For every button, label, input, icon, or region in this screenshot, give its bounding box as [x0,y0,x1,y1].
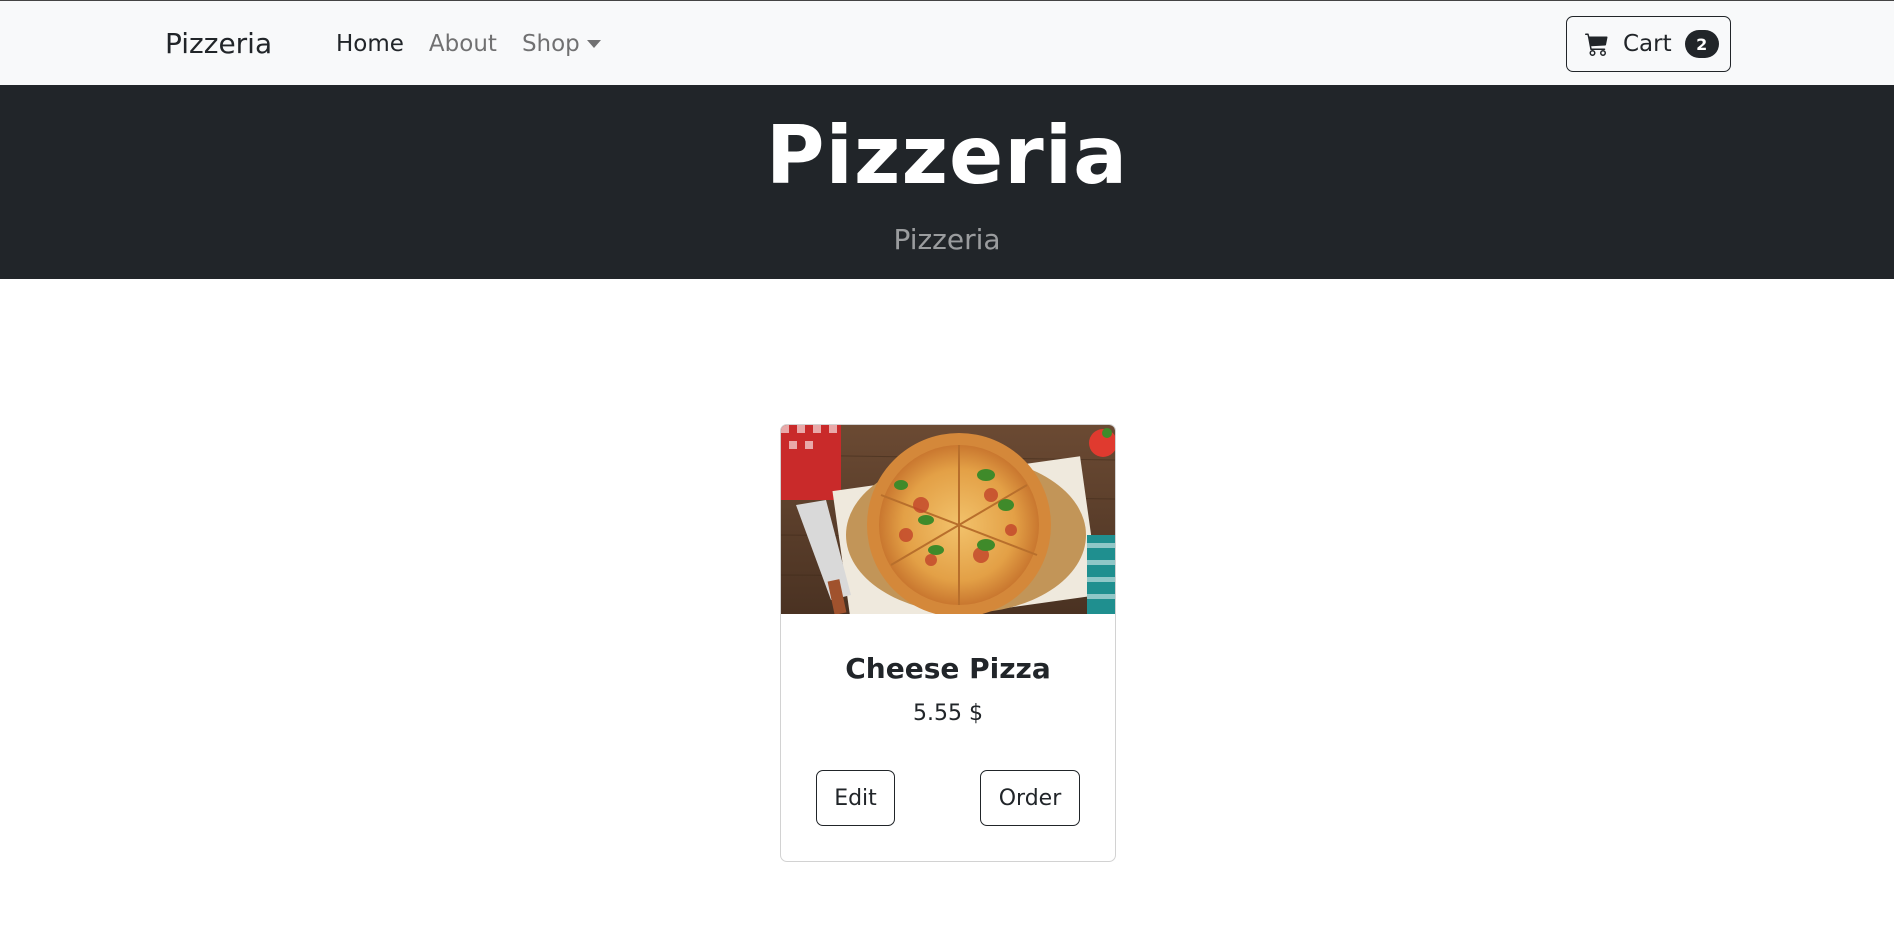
hero-header: Pizzeria Pizzeria [0,85,1894,279]
cart-count-badge: 2 [1684,30,1719,58]
hero-subtitle: Pizzeria [893,223,1001,256]
cart-label: Cart [1623,31,1672,57]
nav-link-about[interactable]: About [429,31,497,57]
nav-dropdown-shop[interactable]: Shop [522,31,601,57]
product-price: 5.55 $ [913,701,983,726]
pizza-image [781,425,1115,614]
cart-icon [1585,33,1608,56]
product-card: Cheese Pizza 5.55 $ Edit Order [780,424,1116,862]
caret-down-icon [586,40,601,48]
navbar-brand[interactable]: Pizzeria [165,27,272,60]
product-name: Cheese Pizza [845,652,1051,685]
nav-link-shop-label: Shop [521,31,580,57]
nav-link-home[interactable]: Home [336,31,404,57]
nav-links: Home About Shop [336,31,601,57]
navbar: Pizzeria Home About Shop Cart 2 [0,0,1894,85]
hero-title: Pizzeria [765,109,1129,202]
order-button[interactable]: Order [980,770,1080,826]
cart-button[interactable]: Cart 2 [1566,16,1731,72]
edit-button[interactable]: Edit [816,770,895,826]
